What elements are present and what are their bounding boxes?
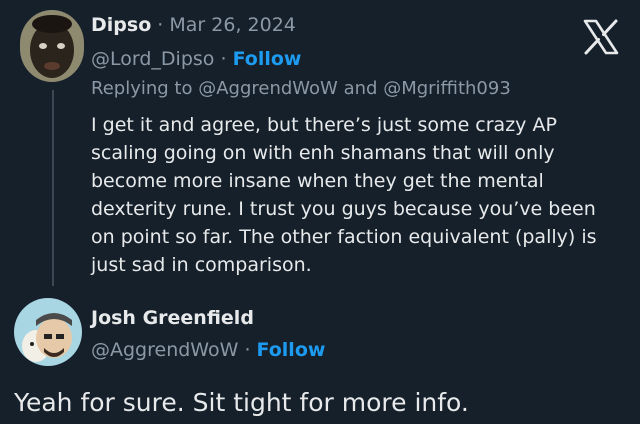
tweet-body-line: I get it and agree, but there’s just som… xyxy=(91,114,557,136)
follow-button[interactable]: Follow xyxy=(233,48,302,70)
replying-to-label: Replying to xyxy=(91,78,193,99)
author-name[interactable]: Dipso xyxy=(91,14,151,36)
tweet-body: I get it and agree, but there’s just som… xyxy=(91,111,621,279)
tweet-body-line: on point so far. The other faction equiv… xyxy=(91,226,597,248)
reply-and: and xyxy=(343,78,378,99)
tweet-body-line: dexterity rune. I trust you guys because… xyxy=(91,198,596,220)
reply-follow-button[interactable]: Follow xyxy=(257,339,326,361)
reply-mention-2[interactable]: @Mgriffith093 xyxy=(383,78,511,99)
tweet-body-line: become more insane when they get the men… xyxy=(91,170,544,192)
avatar-dipso[interactable] xyxy=(20,10,84,82)
separator: · xyxy=(157,14,164,36)
author-handle[interactable]: @Lord_Dipso xyxy=(91,48,214,70)
thread-line xyxy=(52,90,54,286)
reply-text: Yeah for sure. Sit tight for more info. xyxy=(14,388,469,417)
tweet-body-line: scaling going on with enh shamans that w… xyxy=(91,142,555,164)
replying-to: Replying to @AggrendWoW and @Mgriffith09… xyxy=(91,76,511,102)
reply-author-handle[interactable]: @AggrendWoW xyxy=(91,339,238,361)
tweet-header: Dipso · Mar 26, 2024 xyxy=(91,12,296,38)
separator: · xyxy=(220,48,227,70)
reply-mention-1[interactable]: @AggrendWoW xyxy=(198,78,338,99)
reply-author-name[interactable]: Josh Greenfield xyxy=(91,305,254,331)
avatar-josh-greenfield[interactable] xyxy=(14,298,82,366)
reply-handle-row: @AggrendWoW · Follow xyxy=(91,337,325,363)
x-logo-icon[interactable] xyxy=(582,18,620,56)
separator: · xyxy=(244,339,251,361)
handle-row: @Lord_Dipso · Follow xyxy=(91,46,301,72)
tweet-body-line: just sad in comparison. xyxy=(91,254,312,276)
tweet-date[interactable]: Mar 26, 2024 xyxy=(169,14,296,36)
